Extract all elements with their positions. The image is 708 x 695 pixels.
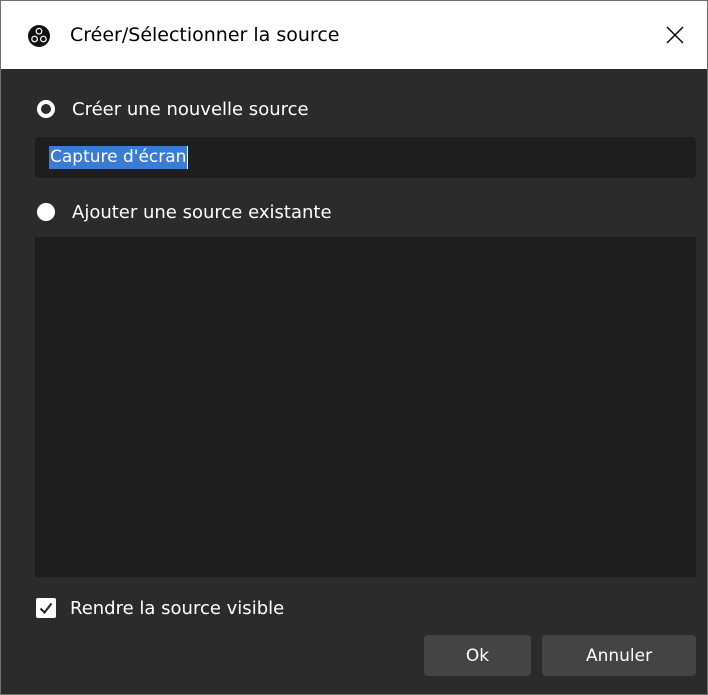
cancel-button[interactable]: Annuler [542, 635, 696, 676]
add-existing-source-option[interactable]: Ajouter une source existante [37, 200, 332, 224]
create-new-source-option[interactable]: Créer une nouvelle source [37, 97, 309, 121]
close-icon [666, 26, 684, 44]
obs-logo-icon [28, 25, 50, 47]
dialog-body: Créer une nouvelle source Capture d'écra… [1, 69, 707, 694]
close-button[interactable] [643, 1, 707, 69]
create-new-radio[interactable] [37, 100, 55, 118]
source-name-input[interactable]: Capture d'écran [35, 137, 696, 178]
dialog-title: Créer/Sélectionner la source [70, 24, 340, 46]
source-name-value: Capture d'écran [49, 146, 188, 169]
create-new-label: Créer une nouvelle source [72, 98, 309, 120]
create-select-source-dialog: Créer/Sélectionner la source Créer une n… [0, 0, 708, 695]
title-bar: Créer/Sélectionner la source [1, 1, 707, 69]
make-visible-checkbox[interactable] [36, 598, 56, 618]
make-visible-label: Rendre la source visible [70, 597, 285, 619]
existing-sources-list[interactable] [35, 237, 696, 577]
add-existing-radio[interactable] [37, 203, 55, 221]
checkmark-icon [39, 602, 53, 615]
make-visible-option[interactable]: Rendre la source visible [36, 596, 284, 620]
text-caret [187, 146, 189, 169]
ok-button[interactable]: Ok [424, 635, 531, 676]
add-existing-label: Ajouter une source existante [72, 201, 332, 223]
